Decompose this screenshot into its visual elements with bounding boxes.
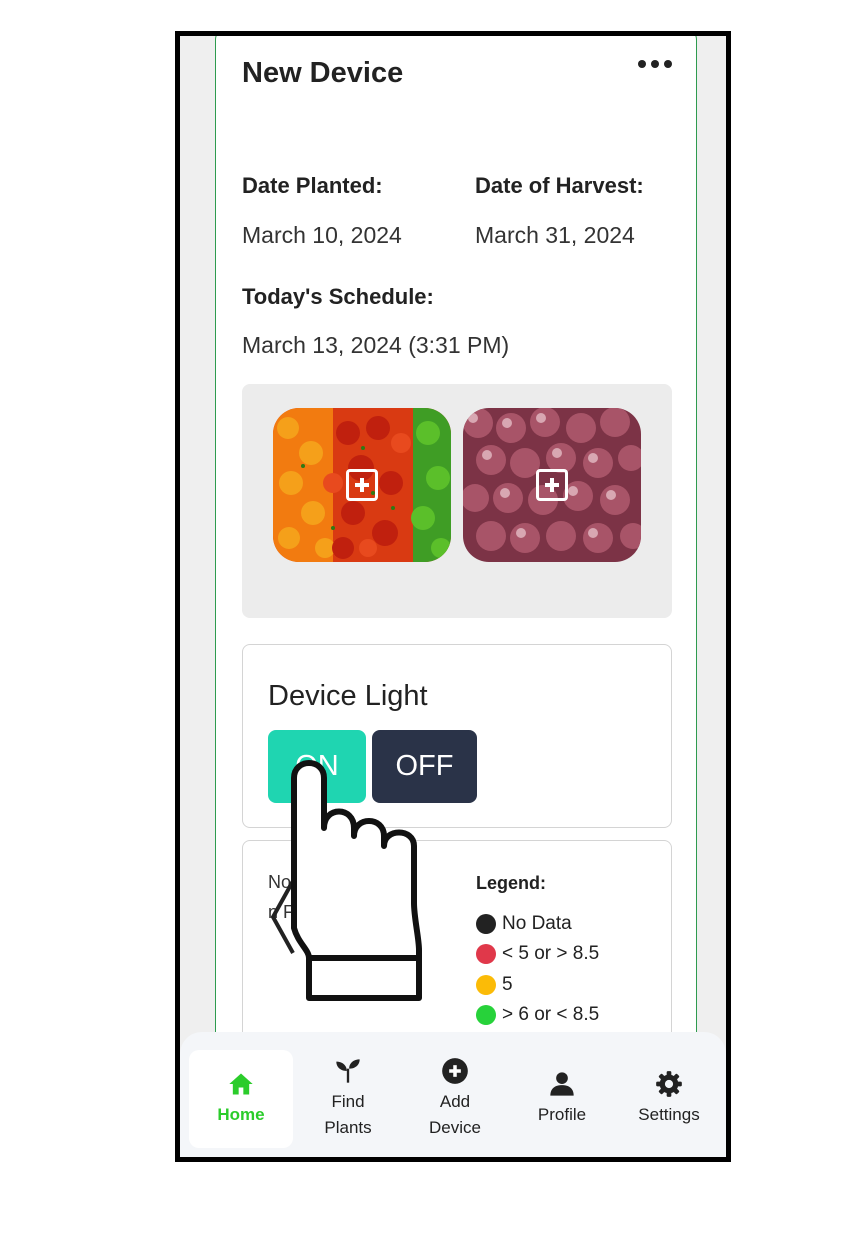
nav-label: Device xyxy=(429,1118,481,1137)
light-on-button[interactable]: ON xyxy=(268,730,366,803)
legend-label: 5 xyxy=(502,974,513,995)
legend-dot xyxy=(476,944,496,964)
status-legend-card: No n F e Legend: No Data < 5 or > 8.5 5 … xyxy=(242,840,672,1055)
nav-label: Profile xyxy=(537,1105,587,1124)
legend-title: Legend: xyxy=(476,873,546,893)
nav-item-profile[interactable]: Profile xyxy=(510,1050,614,1148)
phone-screen: New Device Date Planted: March 10, 2024 … xyxy=(175,31,731,1162)
device-light-card: Device Light ON OFF xyxy=(242,644,672,828)
nav-label: Home xyxy=(217,1105,265,1124)
nav-item-find-plants[interactable]: Find Plants xyxy=(296,1050,400,1148)
light-off-button[interactable]: OFF xyxy=(372,730,477,803)
date-planted-value: March 10, 2024 xyxy=(242,222,402,248)
nav-item-home[interactable]: Home xyxy=(189,1050,293,1148)
legend-dot xyxy=(476,975,496,995)
device-card: New Device Date Planted: March 10, 2024 … xyxy=(215,36,697,1086)
device-title: New Device xyxy=(242,57,404,89)
nav-label: Add xyxy=(439,1092,471,1111)
legend-item: < 5 or > 8.5 xyxy=(476,943,599,965)
add-square-icon[interactable] xyxy=(536,469,568,501)
legend-dot xyxy=(476,914,496,934)
date-harvest-label: Date of Harvest: xyxy=(475,173,644,198)
legend-item: 5 xyxy=(476,974,513,996)
legend-item: No Data xyxy=(476,913,572,935)
plant-tile-peppers[interactable] xyxy=(273,408,451,562)
plant-tile-onions[interactable] xyxy=(463,408,641,562)
gear-icon xyxy=(656,1071,682,1097)
legend-item: > 6 or < 8.5 xyxy=(476,1004,599,1026)
device-light-title: Device Light xyxy=(268,680,428,712)
legend-label: < 5 or > 8.5 xyxy=(502,943,600,964)
nav-item-settings[interactable]: Settings xyxy=(617,1050,721,1148)
schedule-label: Today's Schedule: xyxy=(242,284,434,309)
status-text-fragment: e xyxy=(393,872,404,892)
legend-label: No Data xyxy=(502,913,572,934)
schedule-value: March 13, 2024 (3:31 PM) xyxy=(242,332,510,358)
date-planted-label: Date Planted: xyxy=(242,173,383,198)
sprout-icon xyxy=(336,1059,360,1083)
legend-dot xyxy=(476,1005,496,1025)
chevron-left-icon[interactable] xyxy=(265,877,305,957)
nav-item-add-device[interactable]: Add Device xyxy=(403,1050,507,1148)
plant-image-panel xyxy=(242,384,672,618)
nav-label: Find xyxy=(331,1092,365,1111)
nav-label: Settings xyxy=(638,1105,700,1124)
legend-label: > 6 or < 8.5 xyxy=(502,1004,600,1025)
user-icon xyxy=(550,1072,574,1096)
bottom-nav: Home Find Plants Add Device Profile Sett… xyxy=(180,1032,726,1157)
more-horizontal-icon[interactable] xyxy=(638,57,672,71)
plus-circle-icon xyxy=(442,1058,468,1084)
home-icon xyxy=(229,1073,253,1095)
nav-label: Plants xyxy=(324,1118,372,1137)
date-harvest-value: March 31, 2024 xyxy=(475,222,635,248)
add-square-icon[interactable] xyxy=(346,469,378,501)
